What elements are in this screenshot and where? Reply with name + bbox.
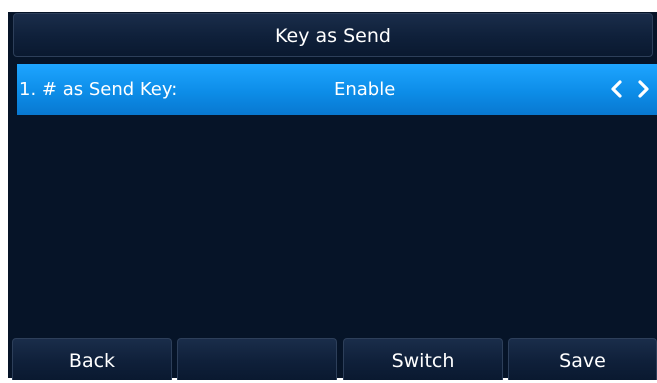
empty-softkey[interactable] [177, 338, 337, 380]
chevron-left-icon[interactable] [607, 79, 627, 99]
back-button[interactable]: Back [12, 338, 172, 380]
setting-value: Enable [334, 79, 396, 100]
page-title: Key as Send [13, 13, 653, 57]
save-button[interactable]: Save [508, 338, 657, 380]
phone-screen: Key as Send 1. # as Send Key: Enable Bac… [8, 12, 657, 380]
list-item-send-key[interactable]: 1. # as Send Key: Enable [17, 64, 657, 115]
chevron-right-icon[interactable] [633, 79, 653, 99]
softkey-bar: Back Switch Save [12, 338, 657, 380]
switch-button[interactable]: Switch [343, 338, 503, 380]
setting-label: 1. # as Send Key: [19, 79, 178, 100]
